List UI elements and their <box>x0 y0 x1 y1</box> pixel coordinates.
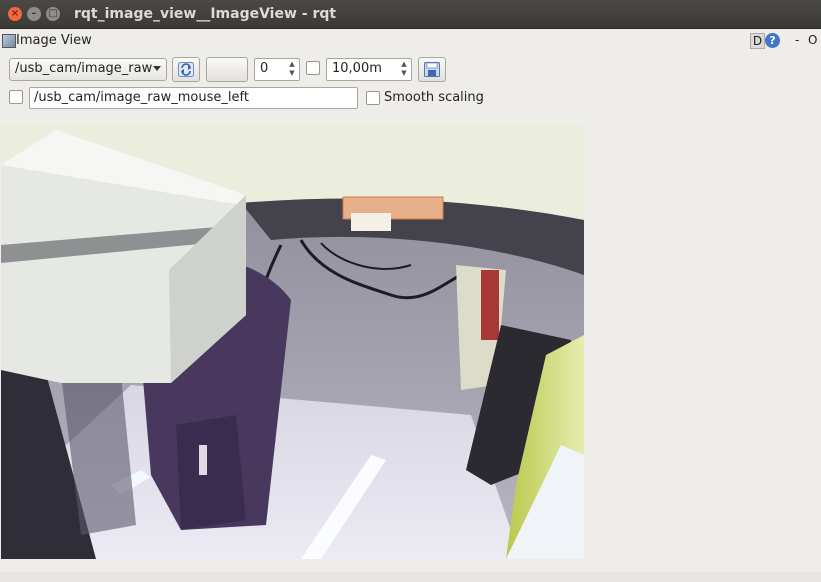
dock-title: Image View <box>16 33 92 48</box>
rate-spinbox[interactable]: 10,00m ▲ ▼ <box>326 58 412 81</box>
smooth-scaling-checkbox[interactable] <box>366 91 380 105</box>
mouse-publish-checkbox[interactable] <box>9 90 23 104</box>
rate-checkbox[interactable] <box>306 61 320 75</box>
rotation-spinbox[interactable]: 0 ▲ ▼ <box>254 58 300 81</box>
refresh-icon <box>178 62 194 77</box>
topic-select[interactable]: /usb_cam/image_raw <box>9 58 167 81</box>
dock-minimize-button[interactable]: - <box>795 33 799 47</box>
window-title: rqt_image_view__ImageView - rqt <box>74 6 337 22</box>
spin-up-icon[interactable]: ▲ <box>398 60 410 69</box>
spin-down-icon[interactable]: ▼ <box>398 69 410 78</box>
status-bar <box>0 572 821 582</box>
camera-image-content <box>1 125 584 559</box>
spin-up-icon[interactable]: ▲ <box>286 60 298 69</box>
spin-down-icon[interactable]: ▼ <box>286 69 298 78</box>
rate-value: 10,00m <box>332 61 382 76</box>
minimize-button[interactable]: – <box>27 7 41 21</box>
save-image-button[interactable] <box>418 57 446 82</box>
topic-select-value: /usb_cam/image_raw <box>15 61 153 76</box>
zoom-button[interactable] <box>206 57 248 82</box>
dock-title-bar: Image View D ? - O <box>0 30 821 50</box>
help-icon[interactable]: ? <box>765 33 780 48</box>
close-button[interactable]: × <box>8 7 22 21</box>
chevron-down-icon <box>153 66 161 71</box>
smooth-scaling-label: Smooth scaling <box>384 90 484 105</box>
maximize-icon: □ <box>48 8 58 19</box>
dock-d-button[interactable]: D <box>750 33 765 49</box>
camera-image[interactable] <box>1 125 584 559</box>
mouse-topic-input[interactable]: /usb_cam/image_raw_mouse_left <box>29 87 358 109</box>
image-view-icon <box>2 34 16 48</box>
rotation-value: 0 <box>260 61 269 76</box>
mouse-topic-value: /usb_cam/image_raw_mouse_left <box>34 90 249 105</box>
minimize-icon: – <box>31 8 37 19</box>
dock-close-button[interactable]: O <box>808 33 817 47</box>
refresh-topics-button[interactable] <box>172 57 200 82</box>
save-icon <box>424 62 440 77</box>
title-bar: × – □ rqt_image_view__ImageView - rqt <box>0 0 821 29</box>
maximize-button[interactable]: □ <box>46 7 60 21</box>
close-icon: × <box>10 8 20 19</box>
